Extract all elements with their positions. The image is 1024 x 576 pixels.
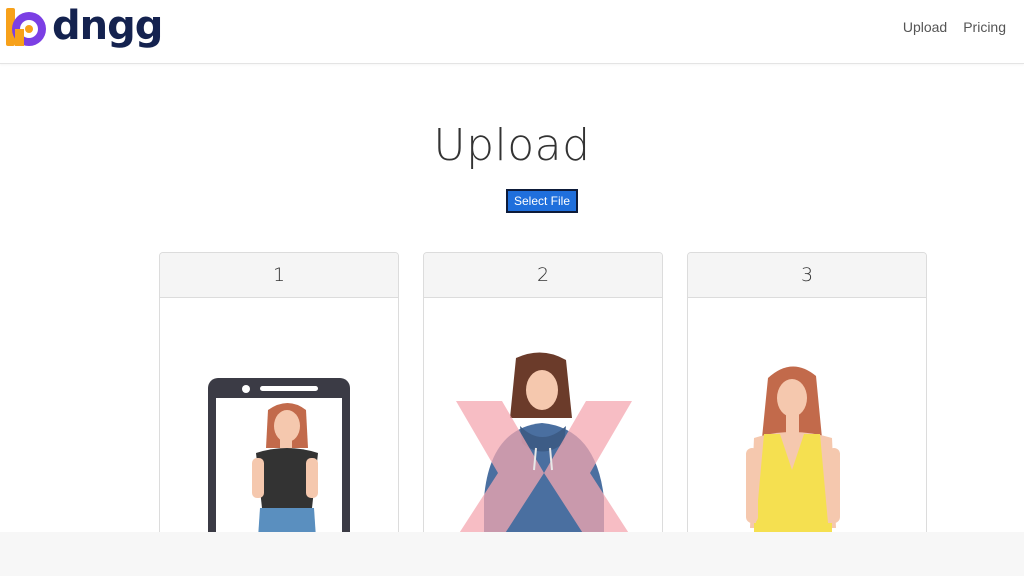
phone-selfie-illustration-icon xyxy=(208,378,350,551)
card-image xyxy=(688,298,926,551)
nav-links: Upload Pricing xyxy=(903,19,1006,35)
card-image xyxy=(160,298,398,551)
example-card-2: 2 xyxy=(423,252,663,552)
select-file-button[interactable]: Select File xyxy=(506,189,578,213)
example-card-1: 1 xyxy=(159,252,399,552)
footer-bar xyxy=(0,532,1024,576)
top-navbar: dngg Upload Pricing xyxy=(0,0,1024,64)
person-tank-top-illustration-icon xyxy=(746,366,840,538)
card-number: 1 xyxy=(160,253,398,298)
card-image xyxy=(424,298,662,551)
nav-upload-link[interactable]: Upload xyxy=(903,19,947,35)
card-number: 3 xyxy=(688,253,926,298)
person-hoodie-illustration-icon xyxy=(456,352,632,538)
logo-icon xyxy=(6,8,46,46)
nav-pricing-link[interactable]: Pricing xyxy=(963,19,1006,35)
example-card-3: 3 xyxy=(687,252,927,552)
page-title: Upload xyxy=(433,120,591,171)
brand-logo[interactable]: dngg xyxy=(4,3,163,50)
card-number: 2 xyxy=(424,253,662,298)
brand-name: dngg xyxy=(52,3,163,49)
